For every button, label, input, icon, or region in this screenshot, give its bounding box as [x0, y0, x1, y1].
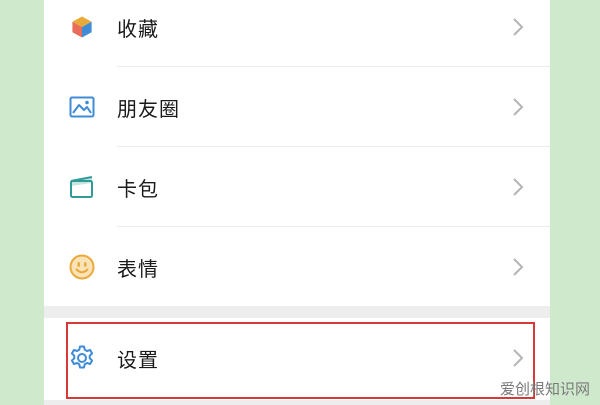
menu-item-label: 表情 [117, 256, 159, 281]
settings-highlight-box [66, 322, 535, 399]
menu-item-cards[interactable]: 卡包 [44, 147, 550, 227]
menu-item-label: 朋友圈 [117, 96, 180, 121]
menu-item-moments[interactable]: 朋友圈 [44, 67, 550, 147]
card-wallet-icon [67, 172, 97, 202]
chevron-right-icon [511, 176, 525, 198]
moments-picture-icon [67, 92, 97, 122]
favorites-cube-icon [67, 12, 97, 42]
menu-item-favorites[interactable]: 收藏 [44, 0, 550, 67]
chevron-right-icon [511, 96, 525, 118]
section-gap [44, 306, 550, 318]
chevron-right-icon [511, 16, 525, 38]
bottom-gap [44, 400, 550, 405]
chevron-right-icon [511, 256, 525, 278]
sticker-smiley-icon [67, 252, 97, 282]
menu-item-stickers[interactable]: 表情 [44, 227, 550, 307]
watermark: 爱创根知识网 [499, 380, 590, 398]
menu-item-label: 卡包 [117, 176, 159, 201]
menu-item-label: 收藏 [117, 16, 159, 41]
